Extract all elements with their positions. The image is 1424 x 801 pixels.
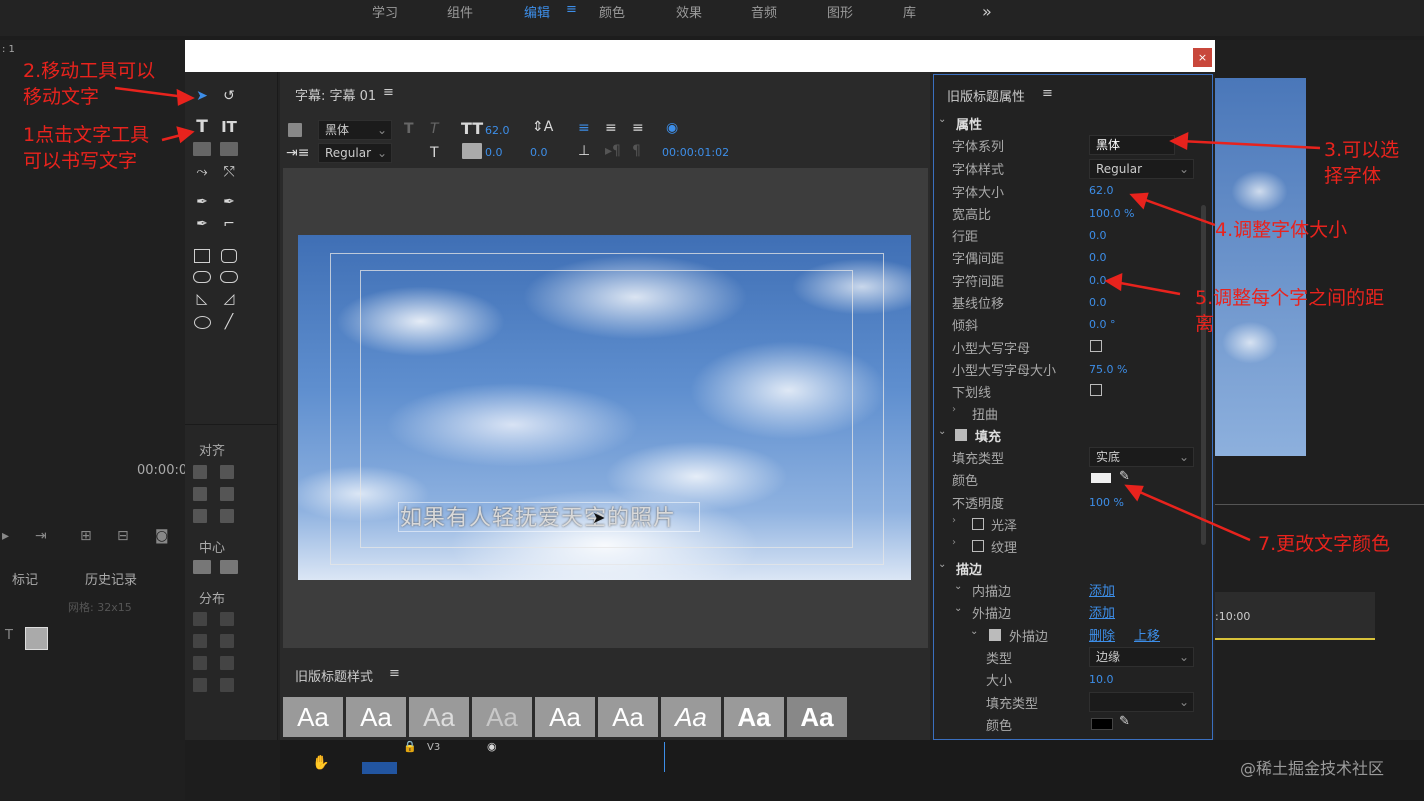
arrowhead-5 [1104, 273, 1123, 292]
annotation-font-family: 3.可以选 择字体 [1324, 139, 1400, 187]
arrowhead-4 [1129, 192, 1149, 210]
annotation-font-size: 4.调整字体大小 [1215, 219, 1348, 241]
annotation-type-tool: 1点击文字工具 可以书写文字 [23, 124, 150, 172]
annotation-color: 7.更改文字颜色 [1258, 533, 1391, 555]
annotation-arrows [114, 86, 1321, 542]
annotation-tracking: 5.调整每个字之间的距 离 [1195, 287, 1385, 335]
arrow-4 [1139, 196, 1216, 227]
arrow-3 [1179, 139, 1321, 150]
arrow-7 [1134, 488, 1251, 542]
annotation-move-tool: 2.移动工具可以 移动文字 [23, 60, 156, 108]
arrowhead-3 [1169, 131, 1189, 150]
watermark: @稀土掘金技术社区 [1240, 759, 1385, 778]
arrowhead-2 [176, 126, 195, 144]
arrowhead-7 [1124, 484, 1144, 502]
arrowhead-1 [176, 88, 195, 106]
arrow-5 [1114, 280, 1181, 296]
